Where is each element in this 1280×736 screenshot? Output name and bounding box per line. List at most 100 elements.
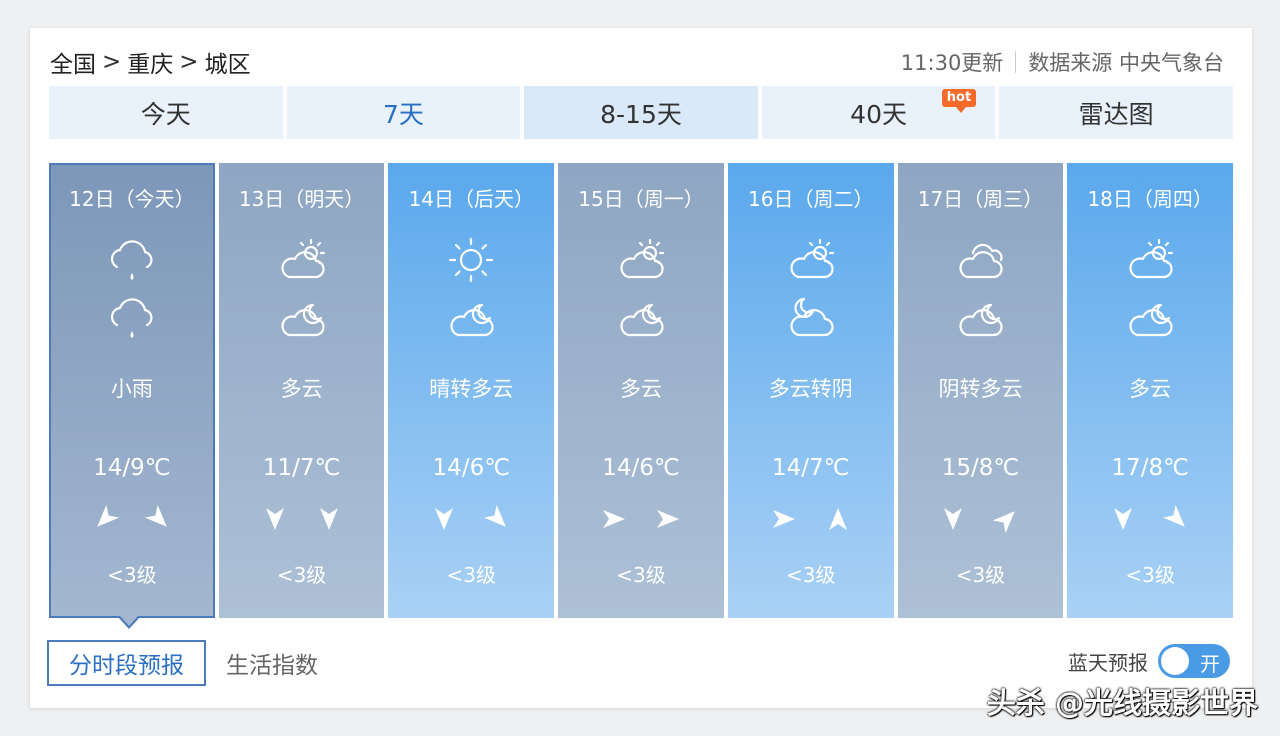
wind-level: <3级 xyxy=(1125,563,1175,587)
weather-description: 晴转多云 xyxy=(429,377,514,401)
northwest-wind-icon xyxy=(144,504,173,533)
light-rain-icon xyxy=(103,293,161,343)
tab-label: 7天 xyxy=(382,99,424,129)
breadcrumb-country[interactable]: 全国 xyxy=(50,45,96,79)
northwest-wind-icon xyxy=(1163,504,1191,533)
divider xyxy=(1015,51,1017,73)
northwest-wind-icon xyxy=(484,504,512,533)
wind-directions xyxy=(728,505,894,533)
day-title: 13日（明天） xyxy=(238,187,365,211)
north-wind-icon xyxy=(261,505,289,533)
sunny-icon xyxy=(442,235,500,285)
weather-description: 多云 xyxy=(620,377,663,401)
sky-forecast-label: 蓝天预报 xyxy=(1068,650,1148,675)
breadcrumb-separator: > xyxy=(102,49,122,75)
partly-cloudy-day-icon xyxy=(782,235,840,285)
weather-description: 多云转阴 xyxy=(768,377,853,401)
day-title: 12日（今天） xyxy=(69,187,195,211)
breadcrumb-province[interactable]: 重庆 xyxy=(127,45,173,79)
day-title: 15日（周一） xyxy=(578,187,704,211)
temperature-range: 14/7℃ xyxy=(771,455,850,481)
weather-description: 小雨 xyxy=(110,377,153,401)
west-wind-icon xyxy=(654,505,682,533)
temperature-range: 14/9℃ xyxy=(93,455,171,481)
watermark: 头杀 @光线摄影世界 xyxy=(986,686,1258,720)
sub-tabs: 分时段预报 生活指数 xyxy=(47,640,338,686)
temperature-range: 15/8℃ xyxy=(941,455,1020,481)
overcast-night-icon xyxy=(782,293,840,343)
weather-description: 多云 xyxy=(1129,377,1172,401)
breadcrumb: 全国 > 重庆 > 城区 xyxy=(50,44,251,80)
wind-directions xyxy=(219,505,385,533)
wind-level: <3级 xyxy=(446,563,497,587)
toggle-text: 开 xyxy=(1200,652,1220,676)
tab-8-15-days[interactable]: 8-15天 xyxy=(524,86,758,139)
north-wind-icon xyxy=(315,505,343,533)
temperature-range: 17/8℃ xyxy=(1111,455,1189,481)
tab-radar[interactable]: 雷达图 xyxy=(999,86,1233,139)
southwest-wind-icon xyxy=(993,505,1021,534)
forecast-tabs: 今天 7天 8-15天 40天 hot 雷达图 xyxy=(49,86,1233,139)
day-column[interactable]: 17日（周三） 阴转多云 15/8℃ <3级 xyxy=(897,163,1064,618)
partly-cloudy-night-icon xyxy=(951,293,1009,343)
day-column[interactable]: 13日（明天） 多云 11/7℃ <3级 xyxy=(218,163,385,618)
tab-label: 今天 xyxy=(140,99,191,129)
south-wind-icon xyxy=(824,505,852,533)
update-time: 11:30更新 xyxy=(900,51,1004,75)
day-column[interactable]: 15日（周一） 多云 14/6℃ <3级 xyxy=(558,163,724,618)
west-wind-icon xyxy=(770,505,798,533)
day-column[interactable]: 12日（今天） 小雨 14/9℃ <3级 xyxy=(49,163,215,618)
day-column[interactable]: 16日（周二） 多云转阴 14/7℃ <3级 xyxy=(727,163,894,618)
update-info: 11:30更新 数据来源 中央气象台 xyxy=(901,44,1224,80)
wind-directions xyxy=(388,504,554,533)
wind-level: <3级 xyxy=(785,563,836,587)
tab-7-days[interactable]: 7天 xyxy=(286,86,521,139)
wind-level: <3级 xyxy=(616,563,666,587)
partly-cloudy-night-icon xyxy=(1121,293,1179,343)
overcast-icon xyxy=(951,235,1009,285)
temperature-range: 14/6℃ xyxy=(432,455,511,481)
wind-level: <3级 xyxy=(276,563,327,587)
partly-cloudy-day-icon xyxy=(1121,235,1179,285)
temperature-range: 11/7℃ xyxy=(262,455,341,481)
partly-cloudy-day-icon xyxy=(273,235,331,285)
wind-level: <3级 xyxy=(955,563,1006,587)
northeast-wind-icon xyxy=(91,504,120,533)
temperature-range: 14/6℃ xyxy=(602,455,680,481)
sky-forecast-toggle[interactable]: 开 xyxy=(1158,644,1230,678)
weather-description: 多云 xyxy=(280,377,323,401)
wind-directions xyxy=(898,505,1064,534)
partly-cloudy-night-icon xyxy=(273,293,331,343)
weather-description: 阴转多云 xyxy=(938,377,1023,401)
tab-label: 40天 xyxy=(850,99,907,129)
light-rain-icon xyxy=(103,235,161,285)
day-title: 16日（周二） xyxy=(748,187,874,211)
day-column[interactable]: 14日（后天） 晴转多云 14/6℃ <3级 xyxy=(388,163,555,618)
tab-label: 8-15天 xyxy=(600,99,682,129)
tab-hourly-forecast[interactable]: 分时段预报 xyxy=(47,640,206,686)
wind-directions xyxy=(558,505,724,533)
north-wind-icon xyxy=(1109,505,1137,533)
day-title: 18日（周四） xyxy=(1087,187,1213,211)
sky-forecast: 蓝天预报 开 xyxy=(1068,643,1230,679)
tab-life-index[interactable]: 生活指数 xyxy=(206,642,338,684)
breadcrumb-separator: > xyxy=(179,49,199,75)
tab-40-days[interactable]: 40天 hot xyxy=(761,86,996,139)
partly-cloudy-night-icon xyxy=(442,293,500,343)
partly-cloudy-night-icon xyxy=(612,293,670,343)
north-wind-icon xyxy=(430,505,458,533)
day-column[interactable]: 18日（周四） 多云 17/8℃ <3级 xyxy=(1067,163,1234,618)
day-title: 17日（周三） xyxy=(917,187,1044,211)
daily-forecast-list: 12日（今天） 小雨 14/9℃ <3级 13日（明天） 多云 11/7℃ <3… xyxy=(49,163,1234,618)
toggle-knob xyxy=(1161,647,1189,675)
day-title: 14日（后天） xyxy=(408,187,535,211)
selected-day-pointer xyxy=(118,616,140,629)
tab-today[interactable]: 今天 xyxy=(49,86,283,139)
hot-badge: hot xyxy=(941,89,977,113)
wind-directions xyxy=(49,504,215,533)
north-wind-icon xyxy=(939,505,967,533)
breadcrumb-district: 城区 xyxy=(204,52,251,78)
data-source: 数据来源 中央气象台 xyxy=(1028,51,1224,75)
tab-label: 雷达图 xyxy=(1078,99,1154,129)
partly-cloudy-day-icon xyxy=(612,235,670,285)
